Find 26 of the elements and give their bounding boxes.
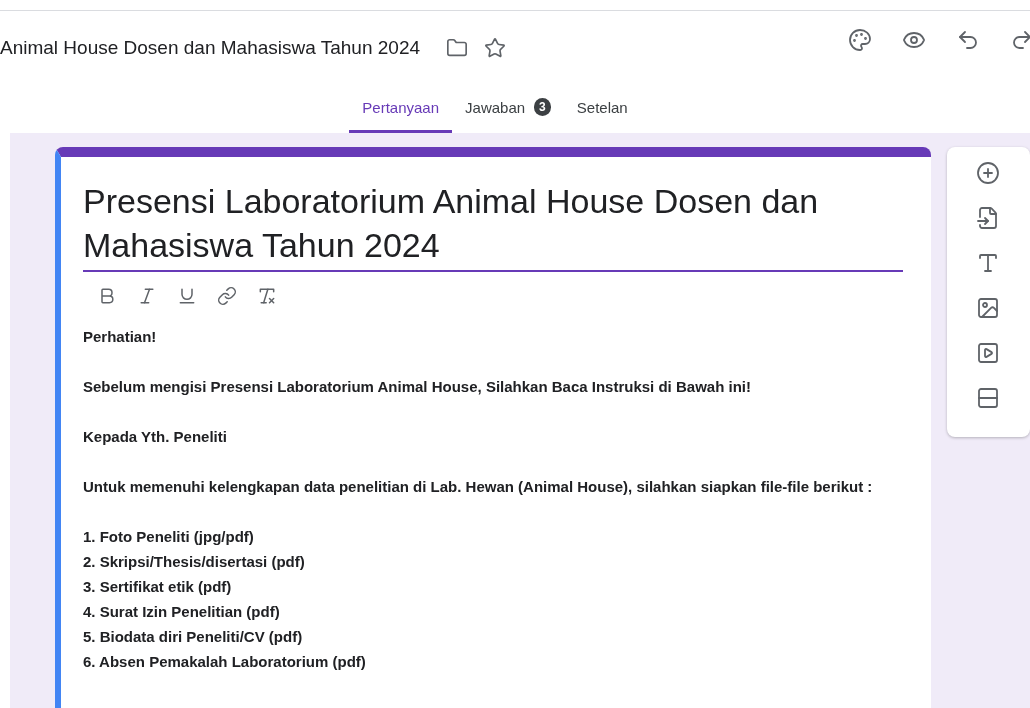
list-item: 1. Foto Peneliti (jpg/pdf) — [83, 527, 255, 547]
list-item: 3. Sertifikat etik (pdf) — [83, 577, 233, 597]
folder-icon[interactable] — [446, 36, 469, 59]
video-icon[interactable] — [976, 341, 1001, 365]
description-text: Perhatian! — [83, 327, 158, 347]
title-field[interactable]: Presensi Laboratorium Animal House Dosen dan Mahasiswa Tahun 2024 — [83, 179, 903, 272]
underline-icon[interactable] — [177, 286, 197, 306]
description-text: Kepada Yth. Peneliti — [83, 427, 228, 447]
list-item: 6. Absen Pemakalah Laboratorium (pdf) — [83, 652, 367, 672]
form-title: Animal House Dosen dan Mahasiswa Tahun 2024 — [0, 36, 421, 59]
description-text: Sebelum mengisi Presensi Laboratorium Animal House, Silahkan Baca Instruksi di Bawah ini! — [83, 377, 752, 397]
count-badge: 3 — [534, 98, 551, 116]
star-icon[interactable] — [484, 36, 507, 59]
add-icon[interactable] — [976, 161, 1001, 185]
palette-icon[interactable] — [848, 27, 872, 52]
image-icon[interactable] — [976, 296, 1001, 320]
list-item: 4. Surat Izin Penelitian (pdf) — [83, 602, 281, 622]
clear-format-icon[interactable] — [257, 286, 277, 306]
section-icon[interactable] — [976, 386, 1001, 410]
tab[interactable]: Jawaban 3 — [452, 84, 564, 133]
italic-icon[interactable] — [137, 286, 157, 306]
link-icon[interactable] — [217, 286, 237, 306]
description-text: Untuk memenuhi kelengkapan data penelitian di Lab. Hewan (Animal House), silahkan siapkan file-file berikut : — [83, 477, 874, 497]
list-item: 5. Biodata diri Peneliti/CV (pdf) — [83, 627, 304, 647]
tab[interactable]: Setelan — [563, 84, 641, 133]
list-item: 2. Skripsi/Thesis/disertasi (pdf) — [83, 552, 306, 572]
